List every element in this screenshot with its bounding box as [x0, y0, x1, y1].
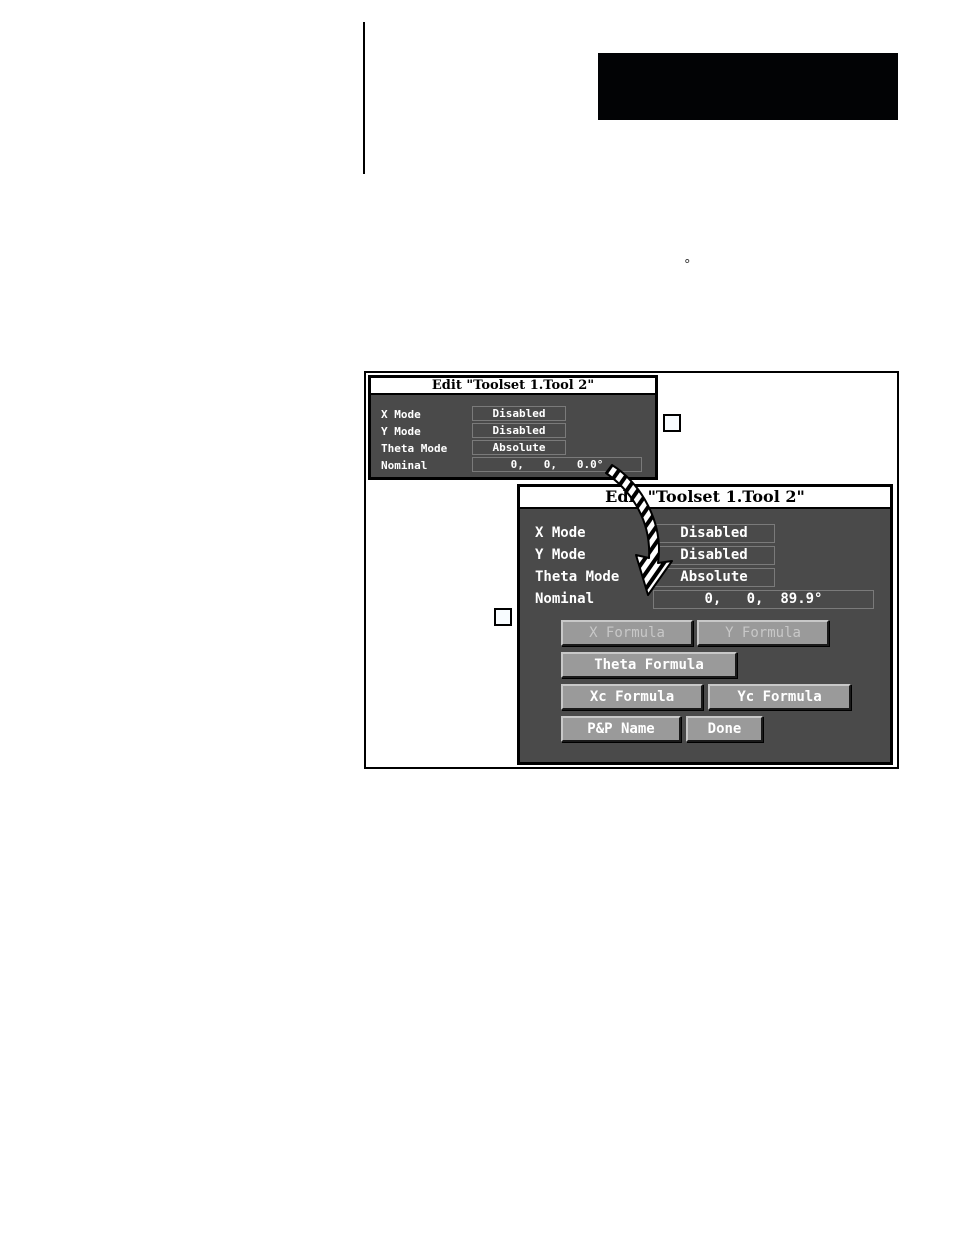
x-mode-row: X Mode: [535, 525, 586, 541]
y-formula-button[interactable]: Y Formula: [697, 620, 829, 646]
chapter-header-block: [598, 53, 898, 120]
nominal-label: Nominal: [535, 591, 595, 607]
figure-frame: Edit "Toolset 1.Tool 2" X Mode Disabled …: [364, 371, 899, 769]
nominal-row: Nominal: [381, 459, 427, 472]
pp-name-button[interactable]: P&P Name: [561, 716, 681, 742]
callout-box-1: [663, 414, 681, 432]
theta-mode-label: Theta Mode: [535, 569, 620, 585]
x-mode-row: X Mode: [381, 408, 421, 421]
degree-symbol: °: [684, 258, 691, 273]
x-mode-field[interactable]: Disabled: [653, 524, 775, 543]
nominal-row: Nominal: [535, 591, 594, 607]
yc-formula-button[interactable]: Yc Formula: [708, 684, 851, 710]
theta-mode-field[interactable]: Absolute: [472, 440, 566, 455]
theta-mode-row: Theta Mode: [381, 442, 447, 455]
theta-formula-button[interactable]: Theta Formula: [561, 652, 737, 678]
done-button[interactable]: Done: [686, 716, 763, 742]
dialog-title: Edit "Toolset 1.Tool 2": [371, 378, 655, 395]
theta-mode-field[interactable]: Absolute: [653, 568, 775, 587]
xc-formula-button[interactable]: Xc Formula: [561, 684, 703, 710]
y-mode-label: Y Mode: [381, 425, 421, 438]
edit-dialog-after: Edit "Toolset 1.Tool 2" X Mode Disabled …: [517, 484, 893, 765]
dialog-title: Edit "Toolset 1.Tool 2": [520, 487, 890, 509]
y-mode-field[interactable]: Disabled: [653, 546, 775, 565]
y-mode-row: Y Mode: [535, 547, 586, 563]
nominal-field[interactable]: 0, 0, 0.0°: [472, 457, 642, 472]
x-mode-label: X Mode: [381, 408, 421, 421]
y-mode-field[interactable]: Disabled: [472, 423, 566, 438]
theta-mode-label: Theta Mode: [381, 442, 448, 455]
y-mode-label: Y Mode: [535, 547, 586, 563]
y-mode-row: Y Mode: [381, 425, 421, 438]
x-mode-label: X Mode: [535, 525, 586, 541]
x-mode-field[interactable]: Disabled: [472, 406, 566, 421]
theta-mode-row: Theta Mode: [535, 569, 619, 585]
callout-box-2: [494, 608, 512, 626]
edit-dialog-before: Edit "Toolset 1.Tool 2" X Mode Disabled …: [368, 375, 658, 480]
nominal-label: Nominal: [381, 459, 428, 472]
nominal-field[interactable]: 0, 0, 89.9°: [653, 590, 874, 609]
margin-rule: [363, 22, 365, 174]
x-formula-button[interactable]: X Formula: [561, 620, 693, 646]
